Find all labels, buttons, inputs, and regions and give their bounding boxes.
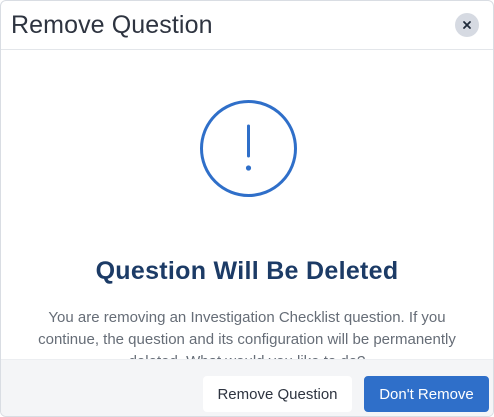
dialog-heading: Question Will Be Deleted bbox=[95, 257, 399, 285]
exclamation-circle-icon bbox=[199, 99, 298, 198]
dialog-header: Remove Question bbox=[1, 1, 493, 50]
dont-remove-button[interactable]: Don't Remove bbox=[364, 376, 489, 412]
remove-question-button[interactable]: Remove Question bbox=[203, 376, 352, 412]
dialog-title: Remove Question bbox=[11, 10, 213, 39]
dialog-body: Question Will Be Deleted You are removin… bbox=[1, 50, 493, 370]
remove-question-dialog: Remove Question Question Will Be Deleted… bbox=[0, 0, 494, 417]
close-icon bbox=[462, 20, 472, 30]
close-button[interactable] bbox=[455, 13, 479, 37]
dialog-footer: Remove Question Don't Remove bbox=[1, 359, 493, 416]
